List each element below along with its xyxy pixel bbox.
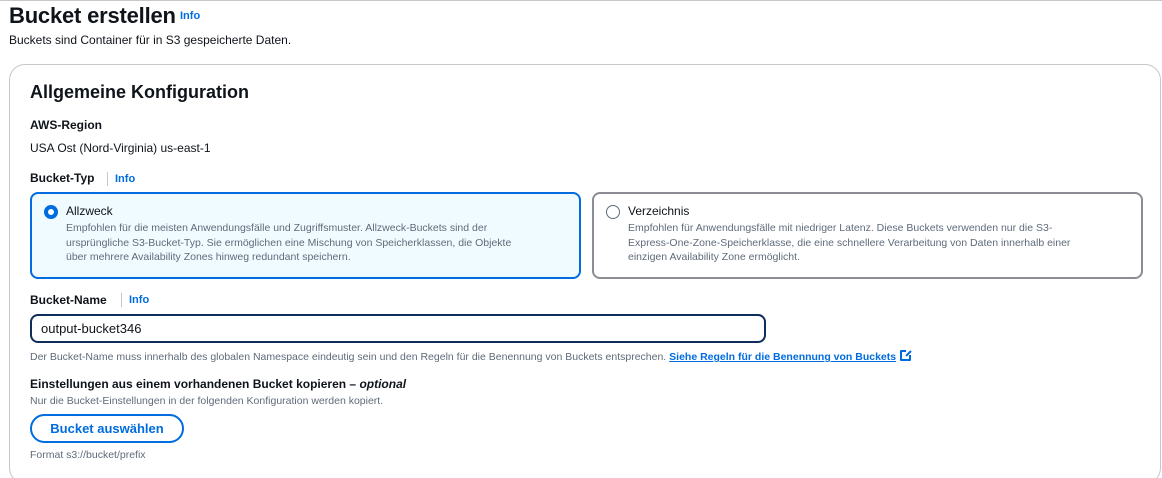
- bucket-type-info-link[interactable]: Info: [115, 173, 135, 185]
- region-value: USA Ost (Nord-Virginia) us-east-1: [30, 141, 211, 155]
- tile-description: Empfohlen für Anwendungsfälle mit niedri…: [628, 222, 1071, 263]
- top-divider: [0, 0, 1162, 1]
- radio-selected-icon[interactable]: [44, 205, 58, 219]
- bucket-name-info-link[interactable]: Info: [129, 294, 149, 306]
- tile-title: Verzeichnis: [628, 204, 690, 218]
- copy-settings-description: Nur die Bucket-Einstellungen in der folg…: [30, 395, 384, 407]
- external-link-icon[interactable]: [900, 349, 913, 361]
- page-description: Buckets sind Container für in S3 gespeic…: [9, 33, 292, 47]
- bucket-type-directory-tile[interactable]: Verzeichnis Empfohlen für Anwendungsfäll…: [592, 192, 1143, 279]
- panel-title: Allgemeine Konfiguration: [30, 82, 250, 102]
- naming-rules-link[interactable]: Siehe Regeln für die Benennung von Bucke…: [669, 351, 896, 363]
- tile-title: Allzweck: [66, 204, 113, 218]
- bucket-type-general-purpose-tile[interactable]: Allzweck Empfohlen für die meisten Anwen…: [30, 192, 581, 279]
- bucket-name-hint: Der Bucket-Name muss innerhalb des globa…: [30, 349, 913, 363]
- bucket-type-separator: [107, 172, 108, 186]
- region-label: AWS-Region: [30, 118, 102, 132]
- title-info-link[interactable]: Info: [180, 10, 200, 22]
- radio-unselected-icon[interactable]: [606, 205, 620, 219]
- bucket-name-input[interactable]: [30, 314, 766, 343]
- format-hint: Format s3://bucket/prefix: [30, 449, 146, 461]
- bucket-name-label: Bucket-Name: [30, 293, 107, 307]
- tile-description: Empfohlen für die meisten Anwendungsfäll…: [66, 222, 512, 263]
- bucket-name-separator: [121, 293, 122, 307]
- optional-tag: optional: [359, 377, 407, 391]
- choose-bucket-button[interactable]: Bucket auswählen: [30, 414, 184, 443]
- bucket-type-label: Bucket-Typ: [30, 171, 95, 185]
- page-title: Bucket erstellen: [9, 3, 176, 28]
- copy-settings-title: Einstellungen aus einem vorhandenen Buck…: [30, 377, 407, 391]
